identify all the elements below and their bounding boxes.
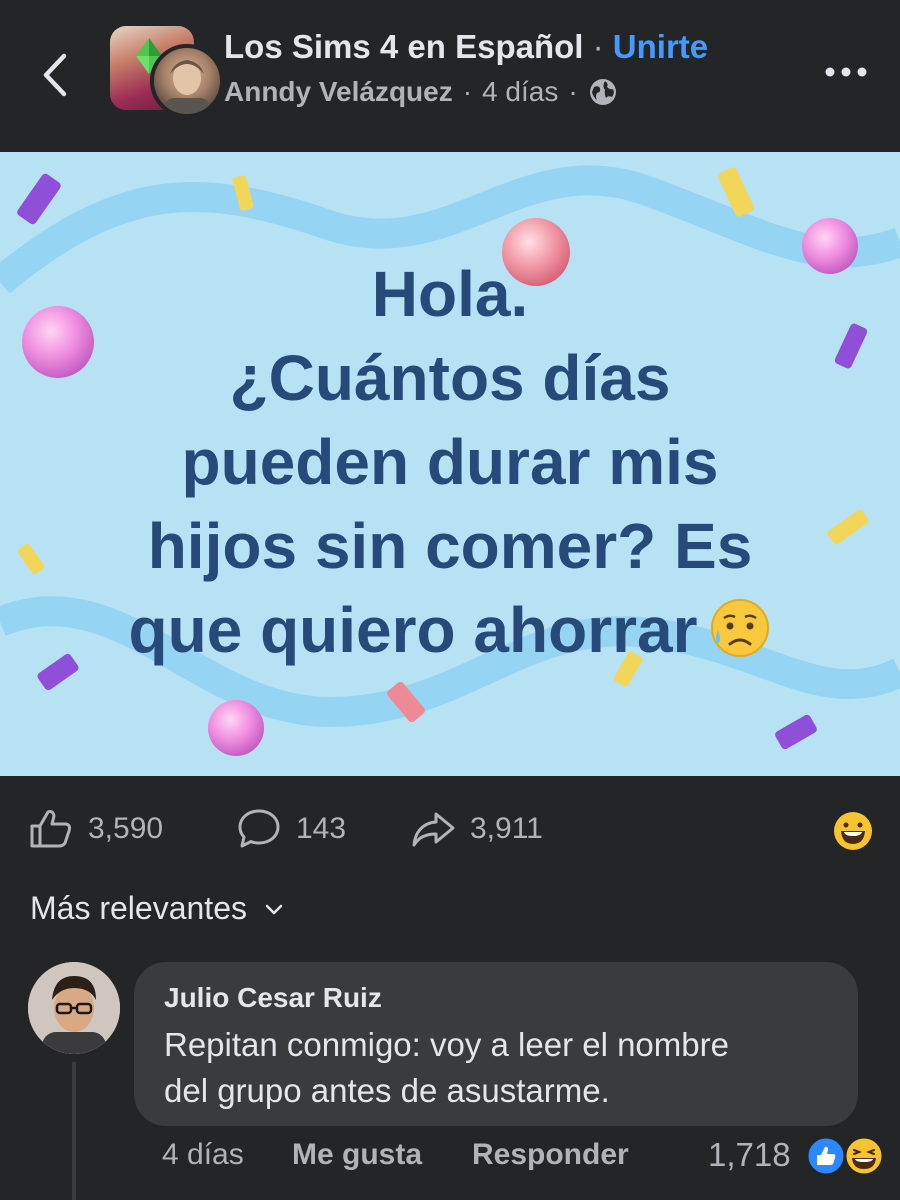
group-name[interactable]: Los Sims 4 en Español [224, 28, 583, 65]
comment-reactions[interactable] [804, 1134, 888, 1178]
commenter-name[interactable]: Julio Cesar Ruiz [164, 982, 382, 1014]
comment-text: Repitan conmigo: voy a leer el nombre de… [164, 1022, 844, 1114]
post-text-line: ¿Cuántos días [229, 342, 671, 414]
like-count: 3,590 [88, 812, 164, 845]
comment-sort-dropdown[interactable]: Más relevantes [30, 890, 285, 927]
post-text: Hola. ¿Cuántos días pueden durar mis hij… [0, 252, 900, 672]
author-name[interactable]: Anndy Velázquez [224, 76, 453, 108]
comment-bubble: Julio Cesar Ruiz Repitan conmigo: voy a … [134, 962, 858, 1126]
sort-label: Más relevantes [30, 890, 247, 926]
post-text-line: que quiero ahorrar [128, 594, 698, 666]
thumbs-up-icon [30, 810, 72, 848]
haha-reaction-icon [843, 1135, 885, 1177]
share-button[interactable]: 3,911 [410, 806, 543, 852]
share-arrow-icon [412, 812, 455, 847]
group-title-line: Los Sims 4 en Español · Unirte [224, 28, 708, 66]
comment-button[interactable]: 143 [236, 806, 346, 852]
commenter-avatar[interactable] [28, 962, 120, 1054]
post-stats: 3,590 143 3,911 [0, 776, 900, 886]
comment-like-button[interactable]: Me gusta [292, 1138, 422, 1172]
comment-text-line: del grupo antes de asustarme. [164, 1072, 610, 1109]
comment-text-line: Repitan conmigo: voy a leer el nombre [164, 1026, 729, 1063]
commenter-face-icon [28, 962, 120, 1054]
meta-separator: · [568, 76, 578, 107]
post-time[interactable]: 4 días [482, 76, 558, 108]
comment-reaction-count[interactable]: 1,718 [708, 1136, 791, 1174]
comment-bubble-icon [238, 809, 280, 848]
title-separator: · [592, 28, 604, 65]
globe-icon [589, 79, 616, 105]
post-meta: Anndy Velázquez · 4 días · [224, 76, 618, 108]
comment-time[interactable]: 4 días [162, 1138, 244, 1172]
comment-count: 143 [296, 812, 347, 845]
like-reaction-icon [805, 1135, 847, 1177]
post-header: Los Sims 4 en Español · Unirte Anndy Vel… [0, 0, 900, 152]
comment-reply-button[interactable]: Responder [472, 1138, 629, 1172]
chevron-down-icon [265, 904, 283, 914]
share-count: 3,911 [470, 812, 543, 845]
post-text-line: pueden durar mis [181, 426, 719, 498]
like-button[interactable]: 3,590 [28, 806, 163, 852]
post-text-line: hijos sin comer? Es [147, 510, 753, 582]
author-face-icon [164, 60, 210, 114]
grinning-face-emoji[interactable] [832, 810, 874, 852]
post-text-line: Hola. [371, 258, 529, 330]
thread-line [72, 1062, 76, 1200]
more-horizontal-icon[interactable] [822, 60, 870, 84]
post-text-line-with-emoji: que quiero ahorrar [0, 588, 900, 672]
sad-relieved-face-emoji [710, 599, 769, 657]
post-image[interactable]: Hola. ¿Cuántos días pueden durar mis hij… [0, 152, 900, 776]
chevron-left-icon[interactable] [36, 50, 76, 100]
join-group-button[interactable]: Unirte [613, 28, 708, 65]
meta-separator: · [462, 76, 473, 107]
author-avatar[interactable] [150, 44, 224, 118]
